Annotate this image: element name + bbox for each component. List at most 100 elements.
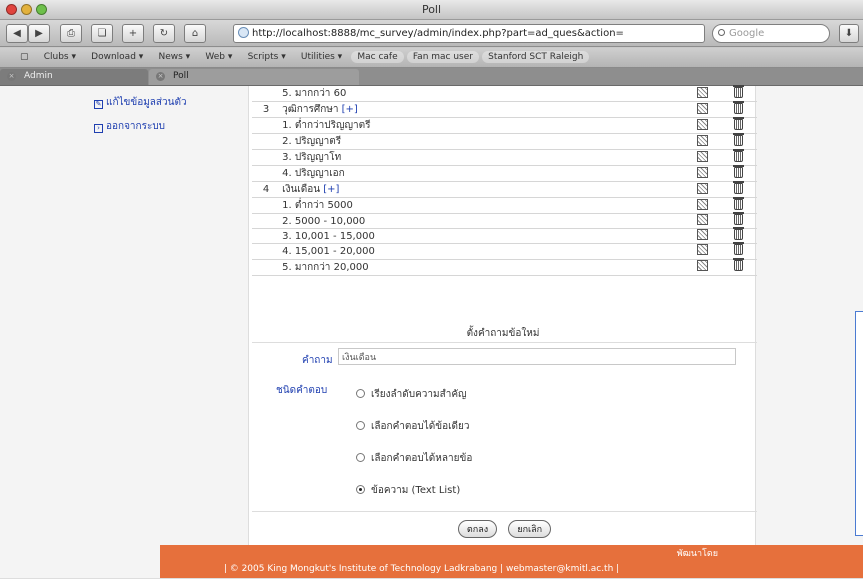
- trash-icon[interactable]: [733, 258, 745, 272]
- sidebar-item-edit-profile[interactable]: ✎ แก้ไขข้อมูลส่วนตัว: [94, 95, 248, 110]
- row-text-cell: เงินเดือน [+]: [280, 181, 685, 198]
- question-row: 3 วุฒิการศึกษา [+]: [252, 100, 757, 118]
- print-icon[interactable]: ⎙: [60, 24, 82, 43]
- row-text-cell: 3. 10,001 - 15,000: [280, 228, 685, 245]
- edit-cell: [684, 197, 721, 214]
- edit-icon[interactable]: [697, 166, 709, 178]
- trash-icon[interactable]: [733, 180, 745, 194]
- cancel-button[interactable]: ยกเลิก: [508, 520, 552, 538]
- radio-button[interactable]: [356, 485, 365, 494]
- tab-bar: × Admin × Poll: [0, 68, 863, 86]
- edit-icon: ✎: [94, 100, 103, 109]
- edit-cell: [684, 181, 721, 198]
- search-input[interactable]: Google: [712, 24, 830, 43]
- answer-type-option[interactable]: เรียงลำดับความสำคัญ: [356, 387, 467, 402]
- option-label: เรียงลำดับความสำคัญ: [371, 389, 467, 400]
- home-icon[interactable]: ⌂: [184, 24, 206, 43]
- trash-icon[interactable]: [733, 132, 745, 146]
- edit-cell: [684, 165, 721, 182]
- radio-button[interactable]: [356, 389, 365, 398]
- trash-icon[interactable]: [733, 100, 745, 114]
- trash-icon[interactable]: [733, 164, 745, 178]
- edit-icon[interactable]: [697, 86, 709, 98]
- question-number: [252, 133, 281, 150]
- radio-button[interactable]: [356, 453, 365, 462]
- edit-icon[interactable]: [697, 198, 709, 210]
- bookmark-item[interactable]: Web ▾: [199, 48, 238, 62]
- bookmark-item[interactable]: Clubs ▾: [38, 48, 82, 62]
- bookmark-item[interactable]: Scripts ▾: [242, 48, 292, 62]
- trash-icon[interactable]: [733, 116, 745, 130]
- edit-icon[interactable]: [697, 229, 709, 241]
- bookmark-item[interactable]: Download ▾: [85, 48, 149, 62]
- edit-icon[interactable]: [697, 102, 709, 114]
- bookmark-item[interactable]: Stanford SCT Raleigh: [482, 51, 590, 63]
- answer-type-option[interactable]: เลือกคำตอบได้ข้อเดียว: [356, 419, 470, 434]
- page-footer: พัฒนาโดย | © 2005 King Mongkut's Institu…: [0, 545, 863, 579]
- answer-type-option[interactable]: ข้อความ (Text List): [356, 483, 460, 498]
- trash-icon[interactable]: [733, 196, 745, 210]
- download-icon[interactable]: ⬇: [839, 24, 859, 43]
- trash-icon[interactable]: [733, 212, 745, 226]
- bookmark-item[interactable]: Fan mac user: [406, 51, 479, 63]
- edit-icon[interactable]: [697, 118, 709, 130]
- add-answer-link[interactable]: [+]: [323, 184, 339, 195]
- radio-button[interactable]: [356, 421, 365, 430]
- question-input[interactable]: [338, 348, 736, 365]
- submit-button[interactable]: ตกลง: [457, 520, 498, 538]
- row-text-cell: 1. ต่ำกว่า 5000: [280, 197, 685, 214]
- answer-row: 3. 10,001 - 15,000: [252, 227, 757, 245]
- trash-icon[interactable]: [733, 148, 745, 162]
- bookmarks-bar: ▢ Clubs ▾ Download ▾ News ▾ Web ▾ Script…: [0, 48, 863, 68]
- edit-cell: [684, 149, 721, 166]
- row-text-cell: 5. มากกว่า 20,000: [280, 259, 685, 276]
- tab-admin-label: Admin: [24, 71, 53, 81]
- answer-row: 3. ปริญญาโท: [252, 148, 757, 166]
- option-label: เลือกคำตอบได้ข้อเดียว: [371, 421, 470, 432]
- answer-row: 4. ปริญญาเอก: [252, 164, 757, 182]
- edit-icon[interactable]: [697, 182, 709, 194]
- edit-cell: [684, 259, 721, 276]
- answer-type-label: ชนิดคำตอบ: [276, 385, 328, 396]
- close-tab-icon[interactable]: ×: [156, 72, 165, 81]
- browser-toolbar: ◀ ▶ ⎙ ❏ + ↻ ⌂ http://localhost:8888/mc_s…: [0, 20, 863, 47]
- row-text-cell: 3. ปริญญาโท: [280, 149, 685, 166]
- close-tab-icon[interactable]: ×: [7, 72, 16, 81]
- reload-icon[interactable]: ↻: [153, 24, 175, 43]
- bookmarks-book-icon[interactable]: ▢: [0, 48, 35, 62]
- bookmark-item[interactable]: Utilities ▾: [295, 48, 348, 62]
- answer-row: 1. ต่ำกว่าปริญญาตรี: [252, 116, 757, 134]
- tab-poll[interactable]: × Poll: [149, 69, 359, 85]
- delete-cell: [720, 180, 757, 198]
- back-button[interactable]: ◀: [6, 24, 28, 43]
- question-number: [252, 213, 281, 230]
- trash-icon[interactable]: [733, 84, 745, 98]
- delete-cell: [720, 116, 757, 134]
- question-number: [252, 228, 281, 245]
- bookmark-icon[interactable]: ❏: [91, 24, 113, 43]
- sidebar-item-logout[interactable]: › ออกจากระบบ: [94, 119, 248, 134]
- delete-cell: [720, 132, 757, 150]
- footer-left-blank: [0, 545, 160, 579]
- window-titlebar: Poll: [0, 0, 863, 20]
- answer-type-option[interactable]: เลือกคำตอบได้หลายข้อ: [356, 451, 472, 466]
- add-answer-link[interactable]: [+]: [342, 104, 358, 115]
- question-number: [252, 149, 281, 166]
- bookmark-item[interactable]: Mac cafe: [351, 51, 404, 63]
- edit-icon[interactable]: [697, 244, 709, 256]
- edit-icon[interactable]: [697, 214, 709, 226]
- edit-icon[interactable]: [697, 134, 709, 146]
- answer-text: 2. 5000 - 10,000: [282, 215, 366, 227]
- question-table: 5. มากกว่า 60 3 วุฒิการศึกษา [+] 1. ต่ำกว่า…: [252, 84, 757, 276]
- question-number: [252, 86, 281, 102]
- bookmark-item[interactable]: News ▾: [152, 48, 196, 62]
- tab-admin[interactable]: × Admin: [0, 69, 148, 85]
- trash-icon[interactable]: [733, 227, 745, 241]
- edit-icon[interactable]: [697, 150, 709, 162]
- address-bar[interactable]: http://localhost:8888/mc_survey/admin/in…: [233, 24, 705, 43]
- forward-button[interactable]: ▶: [28, 24, 50, 43]
- add-bookmark-icon[interactable]: +: [122, 24, 144, 43]
- trash-icon[interactable]: [733, 242, 745, 256]
- edit-icon[interactable]: [697, 260, 709, 272]
- answer-row: 2. 5000 - 10,000: [252, 212, 757, 230]
